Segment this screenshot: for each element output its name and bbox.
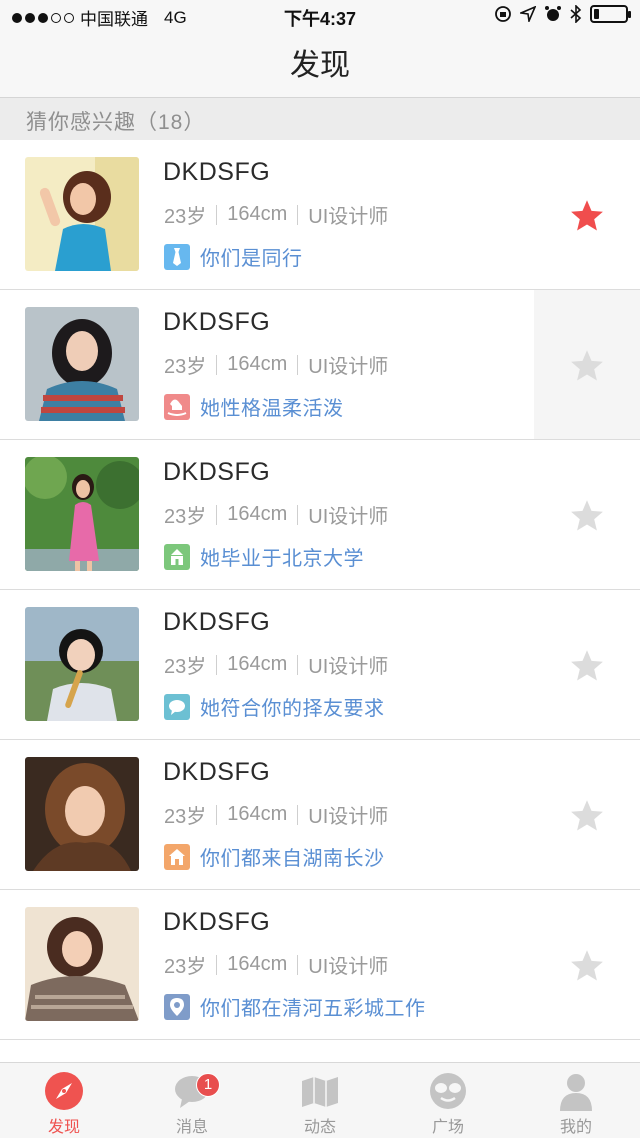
tab-discover[interactable]: 发现 xyxy=(0,1063,128,1138)
list-item[interactable]: DKDSFG 23岁 164cm UI设计师 你们都来自湖南长沙 xyxy=(0,740,640,890)
person-name: DKDSFG xyxy=(163,158,271,186)
person-job: UI设计师 xyxy=(308,656,389,678)
person-meta: 23岁 164cm UI设计师 xyxy=(164,350,388,379)
person-age: 23岁 xyxy=(164,656,207,678)
person-name: DKDSFG xyxy=(163,458,271,486)
tab-label: 动态 xyxy=(303,1119,336,1136)
person-meta: 23岁 164cm UI设计师 xyxy=(164,500,388,529)
person-height: 164cm xyxy=(227,203,288,225)
person-height: 164cm xyxy=(227,653,288,675)
list-item[interactable]: DKDSFG 23岁 164cm UI设计师 她符合你的择友要求 xyxy=(0,590,640,740)
navigation-bar: 发现 xyxy=(0,30,640,98)
person-name: DKDSFG xyxy=(163,308,271,336)
orientation-lock-icon xyxy=(495,6,511,22)
person-height: 164cm xyxy=(227,503,288,525)
person-job: UI设计师 xyxy=(308,356,389,378)
person-job: UI设计师 xyxy=(308,506,389,528)
unread-badge: 1 xyxy=(196,1073,220,1097)
star-icon[interactable] xyxy=(568,948,606,984)
tab-label: 发现 xyxy=(47,1119,80,1136)
person-name: DKDSFG xyxy=(163,608,271,636)
tab-label: 广场 xyxy=(431,1119,464,1136)
person-height: 164cm xyxy=(227,353,288,375)
tie-icon xyxy=(164,243,190,270)
chat-icon xyxy=(164,693,190,720)
person-height: 164cm xyxy=(227,803,288,825)
tab-moments[interactable]: 动态 xyxy=(256,1063,384,1138)
list-item[interactable]: DKDSFG 23岁 164cm UI设计师 她毕业于北京大学 xyxy=(0,440,640,590)
tab-label: 我的 xyxy=(559,1119,592,1136)
list-item[interactable]: DKDSFG 23岁 164cm UI设计师 她性格温柔活泼 xyxy=(0,290,640,440)
tag-text: 你们都来自湖南长沙 xyxy=(200,848,385,870)
compass-icon xyxy=(45,1072,83,1110)
person-meta: 23岁 164cm UI设计师 xyxy=(164,800,388,829)
alarm-icon xyxy=(545,6,561,21)
person-job: UI设计师 xyxy=(308,806,389,828)
avatar[interactable] xyxy=(25,307,139,421)
person-tag: 你们是同行 xyxy=(164,242,303,271)
avatar[interactable] xyxy=(25,757,139,871)
person-tag: 她毕业于北京大学 xyxy=(164,542,364,571)
person-age: 23岁 xyxy=(164,206,207,228)
sunglasses-icon xyxy=(430,1073,466,1109)
person-job: UI设计师 xyxy=(308,206,389,228)
star-icon[interactable] xyxy=(568,348,606,384)
tab-profile[interactable]: 我的 xyxy=(512,1063,640,1138)
person-height: 164cm xyxy=(227,953,288,975)
people-list: DKDSFG 23岁 164cm UI设计师 你们是同行 DKDSFG 23岁 … xyxy=(0,140,640,1040)
avatar[interactable] xyxy=(25,907,139,1021)
tab-square[interactable]: 广场 xyxy=(384,1063,512,1138)
section-title: 猜你感兴趣（18） xyxy=(26,111,206,134)
person-age: 23岁 xyxy=(164,806,207,828)
home-icon xyxy=(164,843,190,870)
tab-messages[interactable]: 1 消息 xyxy=(128,1063,256,1138)
page-title: 发现 xyxy=(290,49,350,82)
person-tag: 她性格温柔活泼 xyxy=(164,392,344,421)
list-item[interactable]: DKDSFG 23岁 164cm UI设计师 你们都在清河五彩城工作 xyxy=(0,890,640,1040)
tag-text: 你们是同行 xyxy=(200,248,303,270)
location-pin-icon xyxy=(164,993,190,1020)
star-icon[interactable] xyxy=(568,198,606,234)
star-icon[interactable] xyxy=(568,648,606,684)
location-arrow-icon xyxy=(520,6,536,22)
list-item[interactable]: DKDSFG 23岁 164cm UI设计师 你们是同行 xyxy=(0,140,640,290)
person-name: DKDSFG xyxy=(163,758,271,786)
school-icon xyxy=(164,543,190,570)
map-icon xyxy=(302,1077,338,1107)
person-age: 23岁 xyxy=(164,956,207,978)
status-bar: 中国联通 4G 下午4:37 xyxy=(0,0,640,30)
person-age: 23岁 xyxy=(164,506,207,528)
avatar[interactable] xyxy=(25,157,139,271)
tag-text: 你们都在清河五彩城工作 xyxy=(200,998,426,1020)
person-tag: 你们都来自湖南长沙 xyxy=(164,842,385,871)
star-icon[interactable] xyxy=(568,498,606,534)
user-icon xyxy=(560,1074,592,1111)
person-tag: 你们都在清河五彩城工作 xyxy=(164,992,426,1021)
person-job: UI设计师 xyxy=(308,956,389,978)
avatar[interactable] xyxy=(25,607,139,721)
tag-text: 她符合你的择友要求 xyxy=(200,698,385,720)
star-icon[interactable] xyxy=(568,798,606,834)
avatar[interactable] xyxy=(25,457,139,571)
battery-icon xyxy=(590,5,631,23)
person-tag: 她符合你的择友要求 xyxy=(164,692,385,721)
tag-text: 她毕业于北京大学 xyxy=(200,548,364,570)
person-meta: 23岁 164cm UI设计师 xyxy=(164,950,388,979)
section-header: 猜你感兴趣（18） xyxy=(0,98,640,140)
person-meta: 23岁 164cm UI设计师 xyxy=(164,650,388,679)
tab-bar: 发现 1 消息 动态 广场 我的 xyxy=(0,1062,640,1138)
tag-text: 她性格温柔活泼 xyxy=(200,398,344,420)
person-meta: 23岁 164cm UI设计师 xyxy=(164,200,388,229)
person-age: 23岁 xyxy=(164,356,207,378)
rocking-horse-icon xyxy=(164,393,190,420)
bluetooth-icon xyxy=(570,5,582,23)
status-right xyxy=(494,5,631,23)
tab-label: 消息 xyxy=(175,1119,208,1136)
person-name: DKDSFG xyxy=(163,908,271,936)
